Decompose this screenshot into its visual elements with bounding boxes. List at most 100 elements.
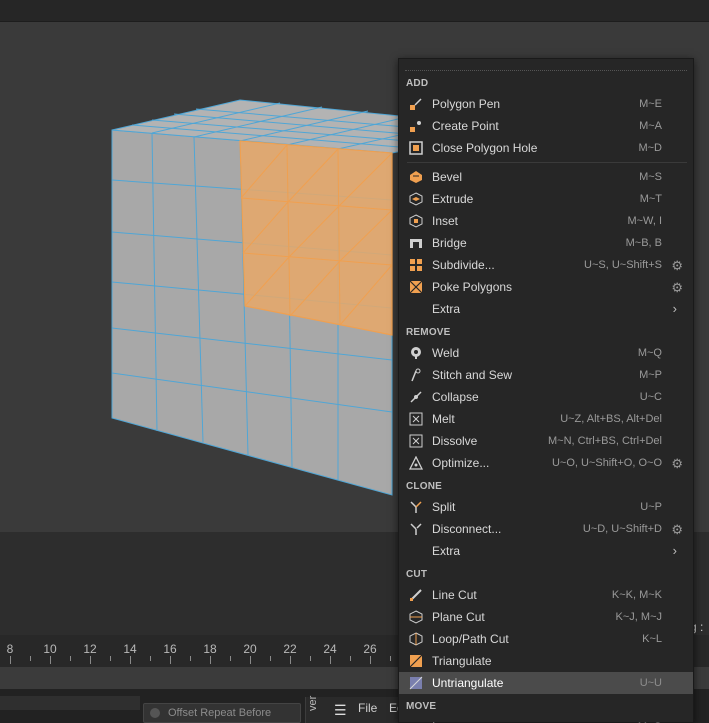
- menu-body: ADD Polygon Pen M~E Create Point M~A Close Po…: [399, 71, 693, 723]
- menu-item-disconnect[interactable]: Disconnect... U~D, U~Shift+D ⚙: [399, 518, 693, 540]
- tick-mark: [30, 656, 31, 661]
- disconnect-icon: [409, 522, 423, 536]
- polygon-context-menu: ADD Polygon Pen M~E Create Point M~A Close Po…: [398, 58, 694, 723]
- menu-item-shortcut: U~P: [640, 501, 662, 513]
- menu-item-shortcut: U~C: [639, 391, 662, 403]
- plane-cut-icon: [409, 610, 423, 624]
- tick-mark: [390, 656, 391, 661]
- menu-item-inset[interactable]: Inset M~W, I: [399, 210, 693, 232]
- menu-item-stitch-and-sew[interactable]: Stitch and Sew M~P: [399, 364, 693, 386]
- menu-item-shortcut: M~N, Ctrl+BS, Ctrl+Del: [548, 435, 662, 447]
- menu-item-label: Extra: [432, 544, 461, 558]
- tick-mark: [50, 656, 51, 664]
- menu-item-untriangulate[interactable]: Untriangulate U~U: [399, 672, 693, 694]
- create-point-icon: [409, 119, 423, 133]
- melt-icon: [409, 412, 423, 426]
- menu-item-label: Dissolve: [432, 434, 478, 448]
- menu-item-extra[interactable]: Extra ›: [399, 540, 693, 562]
- menu-item-iron[interactable]: IronM~G: [399, 716, 693, 723]
- menu-item-shortcut: U~S, U~Shift+S: [584, 259, 662, 271]
- menu-item-label: Extrude: [432, 192, 474, 206]
- menu-item-shortcut: M~Q: [637, 347, 662, 359]
- menu-item-extrude[interactable]: Extrude M~T: [399, 188, 693, 210]
- close-polygon-hole-icon: [409, 141, 423, 155]
- menu-item-shortcut: U~Z, Alt+BS, Alt+Del: [560, 413, 662, 425]
- section-header-cut: CUT: [406, 569, 428, 580]
- stitch-and-sew-icon: [409, 368, 423, 382]
- gear-icon[interactable]: ⚙: [671, 280, 683, 296]
- menu-item-triangulate[interactable]: Triangulate: [399, 650, 693, 672]
- menu-icon[interactable]: ☰: [334, 702, 347, 719]
- menu-item-collapse[interactable]: Collapse U~C: [399, 386, 693, 408]
- line-cut-icon: [409, 588, 423, 602]
- menu-drag-handle[interactable]: [405, 59, 687, 71]
- tick-label: 22: [283, 642, 297, 656]
- menu-item-label: Loop/Path Cut: [432, 632, 509, 646]
- menu-item-shortcut: K~L: [642, 633, 662, 645]
- selected-polygons: [239, 140, 393, 336]
- menu-item-shortcut: M~W, I: [627, 215, 662, 227]
- triangulate-icon: [409, 654, 423, 668]
- menu-item-subdivide[interactable]: Subdivide... U~S, U~Shift+S ⚙: [399, 254, 693, 276]
- menu-item-shortcut: M~S: [639, 171, 662, 183]
- attribute-strip: [0, 696, 140, 710]
- polygon-pen-icon: [409, 97, 423, 111]
- menu-item-label: Weld: [432, 346, 460, 360]
- menu-item-label: Collapse: [432, 390, 479, 404]
- menu-item-label: Create Point: [432, 119, 499, 133]
- menu-item-shortcut: U~D, U~Shift+D: [582, 523, 662, 535]
- menu-item-close-polygon-hole[interactable]: Close Polygon Hole M~D: [399, 137, 693, 159]
- menu-item-label: Extra: [432, 302, 461, 316]
- menu-item-create-point[interactable]: Create Point M~A: [399, 115, 693, 137]
- tick-label: 10: [43, 642, 57, 656]
- tick-mark: [330, 656, 331, 664]
- menu-item-optimize[interactable]: Optimize... U~O, U~Shift+O, O~O ⚙: [399, 452, 693, 474]
- menu-separator: [407, 162, 687, 163]
- poke-polygons-icon: [409, 280, 423, 294]
- menu-item-loop-path-cut[interactable]: Loop/Path Cut K~L: [399, 628, 693, 650]
- menu-item-shortcut: M~E: [639, 98, 662, 110]
- menu-item-shortcut: U~U: [639, 677, 662, 689]
- menu-item-melt[interactable]: Melt U~Z, Alt+BS, Alt+Del: [399, 408, 693, 430]
- menu-item-label: Inset: [432, 214, 459, 228]
- gear-icon[interactable]: ⚙: [671, 258, 683, 274]
- section-header-move: MOVE: [406, 701, 437, 712]
- chevron-right-icon: ›: [672, 543, 677, 558]
- optimize-icon: [409, 456, 423, 470]
- menu-item-label: Bevel: [432, 170, 463, 184]
- menu-item-dissolve[interactable]: Dissolve M~N, Ctrl+BS, Ctrl+Del: [399, 430, 693, 452]
- menu-item-label: Split: [432, 500, 456, 514]
- file-menu[interactable]: File: [358, 701, 377, 715]
- tick-mark: [150, 656, 151, 661]
- menu-item-bevel[interactable]: Bevel M~S: [399, 166, 693, 188]
- menu-item-weld[interactable]: Weld M~Q: [399, 342, 693, 364]
- menu-item-split[interactable]: Split U~P: [399, 496, 693, 518]
- section-header-add: ADD: [406, 78, 429, 89]
- offset-repeat-before-field[interactable]: Offset Repeat Before: [143, 703, 301, 723]
- menu-item-extra[interactable]: Extra ›: [399, 298, 693, 320]
- menu-item-label: Optimize...: [432, 456, 490, 470]
- menu-item-label: Stitch and Sew: [432, 368, 513, 382]
- menu-item-label: Triangulate: [432, 654, 492, 668]
- gear-icon[interactable]: ⚙: [671, 522, 683, 538]
- chevron-right-icon: ›: [672, 301, 677, 316]
- menu-item-shortcut: M~B, B: [625, 237, 662, 249]
- tick-mark: [290, 656, 291, 664]
- menu-item-line-cut[interactable]: Line Cut K~K, M~K: [399, 584, 693, 606]
- split-icon: [409, 500, 423, 514]
- tick-mark: [370, 656, 371, 664]
- panel-tab-label[interactable]: ver: [307, 696, 319, 711]
- menu-item-poke-polygons[interactable]: Poke Polygons ⚙: [399, 276, 693, 298]
- gear-icon[interactable]: ⚙: [671, 456, 683, 472]
- mini-panel: ver ☰ File Ed: [305, 696, 409, 723]
- menu-item-bridge[interactable]: Bridge M~B, B: [399, 232, 693, 254]
- menu-item-label: Polygon Pen: [432, 97, 501, 111]
- extrude-icon: [409, 192, 423, 206]
- offset-repeat-before-label: Offset Repeat Before: [168, 707, 272, 719]
- tick-label: 20: [243, 642, 257, 656]
- tick-mark: [130, 656, 131, 664]
- menu-item-label: Line Cut: [432, 588, 477, 602]
- toggle-dot-icon[interactable]: [150, 708, 160, 718]
- menu-item-polygon-pen[interactable]: Polygon Pen M~E: [399, 93, 693, 115]
- menu-item-plane-cut[interactable]: Plane Cut K~J, M~J: [399, 606, 693, 628]
